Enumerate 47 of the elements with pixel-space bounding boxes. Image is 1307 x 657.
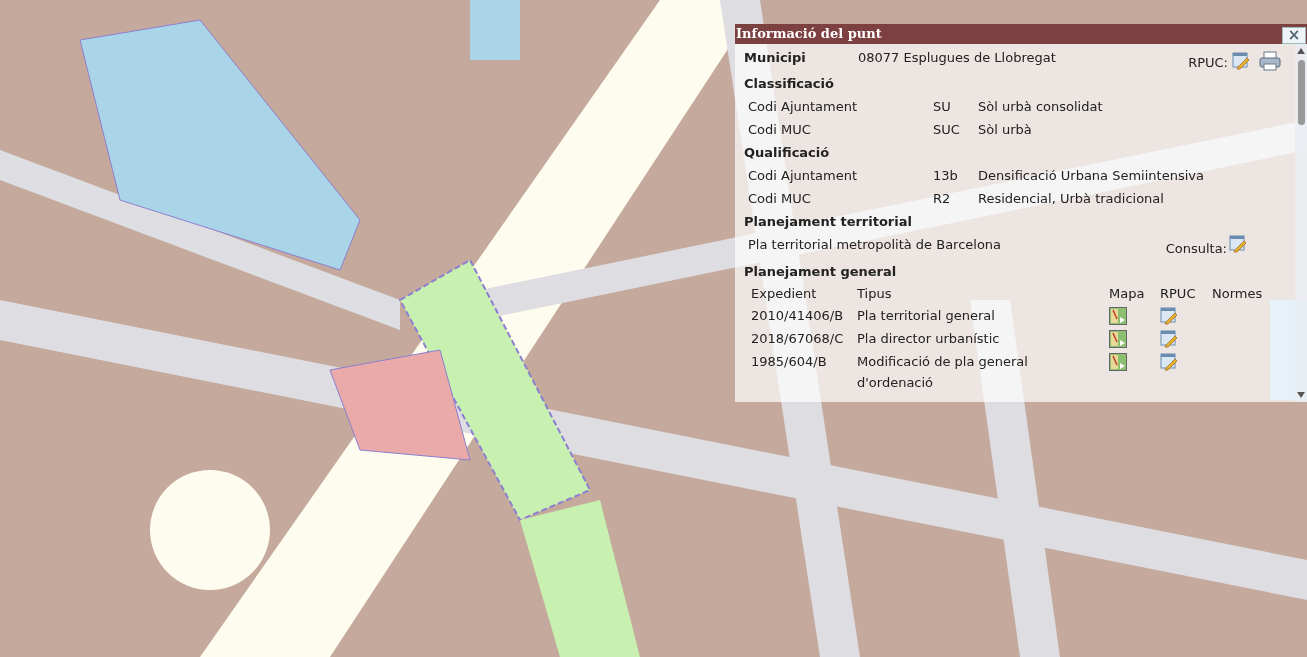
column-header: Tipus xyxy=(857,285,893,303)
field-label: Codi MUC xyxy=(748,190,812,208)
column-header: Normes xyxy=(1212,285,1263,303)
edit-document-icon[interactable] xyxy=(1160,307,1178,325)
table-cell-text: Pla territorial general xyxy=(857,307,996,325)
code-value: R2 xyxy=(933,190,952,208)
popup-title: Informació del punt xyxy=(735,25,882,44)
code-value: 13b xyxy=(933,167,959,185)
consulta-label: Consulta: xyxy=(1165,240,1227,258)
table-cell-text: Modificació de pla general d'ordenació xyxy=(857,353,1029,392)
section-label: Municipi xyxy=(744,49,807,67)
section-heading: Qualificació xyxy=(744,144,831,162)
description-text: Sòl urbà consolidat xyxy=(978,98,1103,116)
description-text: Residencial, Urbà tradicional xyxy=(978,190,1164,208)
municipality-value: 08077 Esplugues de Llobregat xyxy=(858,49,1057,67)
code-value: SUC xyxy=(933,121,961,139)
print-icon[interactable] xyxy=(1259,51,1281,71)
edit-document-icon[interactable] xyxy=(1232,52,1250,70)
column-header: RPUC xyxy=(1160,285,1197,303)
column-header: Mapa xyxy=(1109,285,1146,303)
column-header: Expedient xyxy=(751,285,818,303)
field-label: Codi MUC xyxy=(748,121,812,139)
description-text: Densificació Urbana Semiintensiva xyxy=(978,167,1204,185)
field-label: Codi Ajuntament xyxy=(748,98,859,116)
edit-document-icon[interactable] xyxy=(1160,353,1178,371)
table-cell-text: 1985/604/B xyxy=(751,353,828,371)
description-text: Sòl urbà xyxy=(978,121,1032,139)
map-icon[interactable] xyxy=(1109,353,1127,371)
map-icon[interactable] xyxy=(1109,307,1127,325)
table-cell-text: 2010/41406/B xyxy=(751,307,845,325)
scroll-up-arrow-icon[interactable] xyxy=(1297,48,1305,54)
table-cell-text: Pla director urbanístic xyxy=(857,330,1001,348)
section-heading: Classificació xyxy=(744,75,835,93)
rpuc-label: RPUC: xyxy=(1188,54,1228,72)
table-cell-text: 2018/67068/C xyxy=(751,330,845,348)
field-label: Codi Ajuntament xyxy=(748,167,859,185)
code-value: SU xyxy=(933,98,952,116)
edit-document-icon[interactable] xyxy=(1229,235,1247,253)
scroll-down-arrow-icon[interactable] xyxy=(1297,392,1305,398)
section-heading: Planejament territorial xyxy=(744,213,913,231)
section-heading: Planejament general xyxy=(744,263,898,281)
plan-name: Pla territorial metropolità de Barcelona xyxy=(748,236,1003,254)
scrollbar[interactable] xyxy=(1295,44,1307,402)
close-button[interactable]: × xyxy=(1282,27,1306,44)
edit-document-icon[interactable] xyxy=(1160,330,1178,348)
scrollbar-thumb[interactable] xyxy=(1297,60,1305,125)
map-icon[interactable] xyxy=(1109,330,1127,348)
